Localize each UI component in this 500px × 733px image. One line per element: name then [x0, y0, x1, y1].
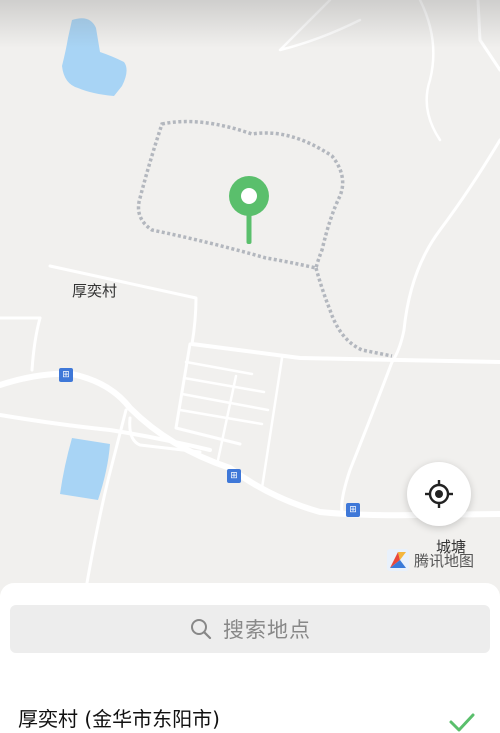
- pond-south: [60, 438, 110, 500]
- map-view[interactable]: 厚奕村 城塘 ⊞ ⊞ ⊞ 腾讯地图: [0, 0, 500, 600]
- search-placeholder: 搜索地点: [223, 618, 311, 642]
- check-icon: [449, 713, 475, 732]
- search-input[interactable]: 搜索地点: [10, 605, 490, 653]
- tencent-map-logo: [387, 549, 409, 571]
- result-name: 厚奕村 (金华市东阳市): [18, 707, 220, 731]
- bus-stop-icon[interactable]: ⊞: [346, 503, 360, 517]
- locate-button[interactable]: [407, 462, 471, 526]
- status-bar-shadow: [0, 0, 500, 48]
- search-icon: [191, 619, 212, 640]
- list-item[interactable]: 厚奕村 (金华市东阳市): [0, 691, 500, 733]
- locate-icon: [425, 480, 453, 508]
- marker-pin-icon: [229, 176, 269, 244]
- bus-stop-icon[interactable]: ⊞: [227, 469, 241, 483]
- map-brand: 腾讯地图: [386, 548, 474, 572]
- bus-stop-icon[interactable]: ⊞: [59, 368, 73, 382]
- brand-name: 腾讯地图: [414, 551, 475, 570]
- bottom-sheet: 搜索地点 厚奕村 (金华市东阳市): [0, 583, 500, 733]
- map-label-village: 厚奕村: [72, 282, 118, 300]
